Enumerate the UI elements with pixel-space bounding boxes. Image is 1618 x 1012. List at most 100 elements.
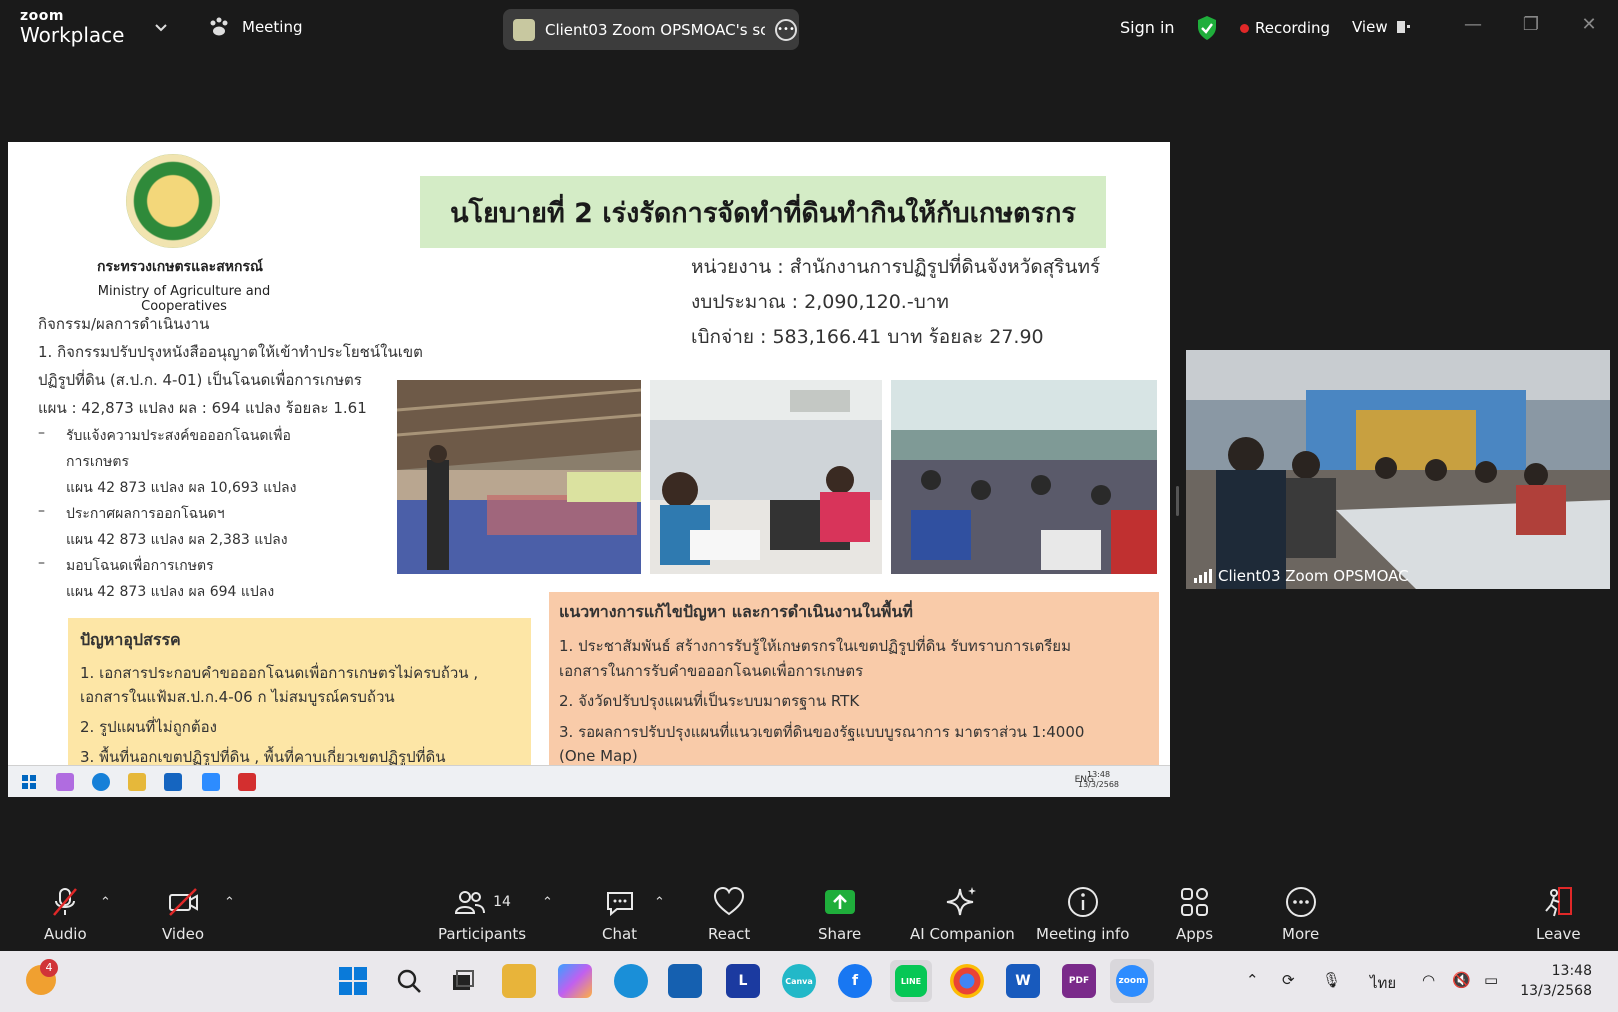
wifi-icon[interactable]: ◠ [1422,971,1435,989]
panel-splitter[interactable] [1176,486,1179,516]
activity-line: 1. กิจกรรมปรับปรุงหนังสืออนุญาตให้เข้าทำ… [38,343,423,361]
meeting-info-button[interactable]: Meeting info [1036,885,1129,943]
canva-icon[interactable]: Canva [782,964,816,998]
video-options-caret[interactable]: ⌃ [224,895,235,910]
task-view-button[interactable] [446,964,480,998]
encryption-shield-icon[interactable] [1196,15,1218,41]
share-button[interactable]: Share [818,885,861,943]
ai-companion-button[interactable]: AI Companion [910,885,1015,943]
camera-off-icon [169,888,199,916]
word-icon[interactable]: W [1006,964,1040,998]
participants-options-caret[interactable]: ⌃ [542,895,553,910]
facebook-icon[interactable]: f [838,964,872,998]
battery-icon[interactable]: ▭ [1484,971,1498,989]
problem-item: 2. รูปแผนที่ไม่ถูกต้อง [80,718,217,736]
more-label: More [1282,925,1320,943]
audio-button[interactable]: Audio [44,885,87,943]
maximize-button[interactable]: ❐ [1516,14,1546,40]
audio-label: Audio [44,925,87,943]
apps-button[interactable]: Apps [1176,885,1213,943]
notification-badge: 4 [40,959,58,977]
system-clock[interactable]: 13:48 13/3/2568 [1520,961,1592,1002]
audio-options-caret[interactable]: ⌃ [100,895,111,910]
microsoft-store-icon[interactable] [668,964,702,998]
chrome-icon[interactable] [950,964,984,998]
copilot-icon[interactable] [558,964,592,998]
chat-options-caret[interactable]: ⌃ [654,895,665,910]
sub-activity: แผน 42 873 แปลง ผล 694 แปลง [66,584,275,600]
copilot-icon [56,773,74,791]
input-language[interactable]: ไทย [1370,971,1396,995]
problem-item: เอกสารในแฟ้มส.ป.ก.4-06 ก ไม่สมบูรณ์ครบถ้… [80,688,395,706]
video-label: Video [162,925,205,943]
sub-activity: มอบโฉนดเพื่อการเกษตร [66,558,214,574]
ministry-seal-logo [126,154,220,248]
zoom-app-button[interactable]: zoom [1110,959,1154,1003]
search-icon [397,969,421,993]
microphone-in-use-icon[interactable]: 🎙 [1322,971,1341,989]
activity-line: แผน : 42,873 แปลง ผล : 694 แปลง ร้อยละ 1… [38,399,367,417]
line-app-button[interactable]: LINE [890,960,932,1002]
ministry-name-english: Ministry of Agriculture and Cooperatives [97,284,271,314]
pdf-app-icon[interactable]: PDF [1062,964,1096,998]
shared-screen: กระทรวงเกษตรและสหกรณ์ Ministry of Agricu… [8,142,1170,797]
participant-name-label: Client03 Zoom OPSMOAC [1194,567,1409,585]
participants-icon [455,891,486,914]
search-button[interactable] [392,964,426,998]
task-view-icon [453,970,474,990]
share-screen-icon [824,890,855,914]
minimize-button[interactable]: — [1458,14,1488,40]
activity-line: ปฏิรูปที่ดิน (ส.ป.ก. 4-01) เป็นโฉนดเพื่อ… [38,371,362,389]
leave-button[interactable]: Leave [1536,885,1581,943]
brand-large: Workplace [20,23,125,47]
bullet-dash: – [38,503,45,519]
windows-start-button[interactable] [336,964,370,998]
screen-share-indicator[interactable]: Client03 Zoom OPSMOAC's scre ••• [503,9,799,50]
edge-browser-icon[interactable] [614,964,648,998]
apps-label: Apps [1176,925,1214,943]
video-button[interactable]: Video [162,885,204,943]
meeting-menu[interactable]: Meeting [208,17,302,37]
solution-item: 2. จังวัดปรับปรุงแผนที่เป็นระบบมาตรฐาน R… [559,692,860,710]
speaker-muted-icon[interactable]: 🔇 [1452,971,1471,989]
chevron-down-icon[interactable] [152,18,170,36]
brand-small: zoom [20,8,64,24]
react-button[interactable]: React [708,885,750,943]
chat-icon [606,892,633,917]
photo-event-tent [397,380,641,574]
chat-button[interactable]: Chat [602,885,637,943]
more-options-icon[interactable]: ••• [775,18,797,41]
recording-indicator[interactable]: Recording [1240,19,1330,37]
problem-item: 1. เอกสารประกอบคำขอออกโฉนดเพื่อการเกษตรไ… [80,664,479,682]
edge-icon [92,773,110,791]
app-l-icon[interactable]: L [726,964,760,998]
participant-video-tile[interactable]: Client03 Zoom OPSMOAC [1186,350,1610,589]
sync-icon[interactable]: ⟳ [1282,971,1295,989]
solutions-title: แนวทางการแก้ไขปัญหา และการดำเนินงานในพื้… [559,602,913,621]
windows-logo-icon [339,967,367,995]
sub-activity: รับแจ้งความประสงค์ขอออกโฉนดเพื่อ [66,428,291,444]
chevron-up-icon[interactable]: ⌃ [1246,971,1259,989]
more-button[interactable]: More [1282,885,1319,943]
recording-label: Recording [1255,19,1331,37]
close-button[interactable]: ✕ [1574,14,1604,40]
activity-title: กิจกรรม/ผลการดำเนินงาน [38,315,210,333]
system-time: 13:48 [1551,963,1592,979]
ai-companion-label: AI Companion [910,925,1015,943]
solution-item: เอกสารในการรับคำขอออกโฉนดเพื่อการเกษตร [559,661,864,680]
share-title: Client03 Zoom OPSMOAC's scre [545,20,765,39]
leave-label: Leave [1536,925,1581,943]
bullet-dash: – [38,555,45,571]
windows-taskbar: 4 L Canva f LINE W PDF zoom ⌃ ⟳ 🎙 ไทย ◠ … [0,951,1618,1012]
participants-button[interactable]: 14 Participants [438,885,526,943]
view-menu[interactable]: View [1352,18,1410,36]
problems-title: ปัญหาอุปสรรค [80,630,181,649]
sign-in-link[interactable]: Sign in [1120,18,1175,37]
sub-activity: ประกาศผลการออกโฉนดฯ [66,506,225,522]
system-date: 13/3/2568 [1520,983,1592,1000]
meeting-controls: Audio ⌃ Video ⌃ 14 Participants ⌃ Chat ⌃… [0,879,1618,951]
sparkle-icon [947,887,977,916]
spent-text: เบิกจ่าย : 583,166.41 บาท ร้อยละ 27.90 [691,326,1044,348]
file-explorer-icon[interactable] [502,964,536,998]
info-icon [1067,887,1098,917]
